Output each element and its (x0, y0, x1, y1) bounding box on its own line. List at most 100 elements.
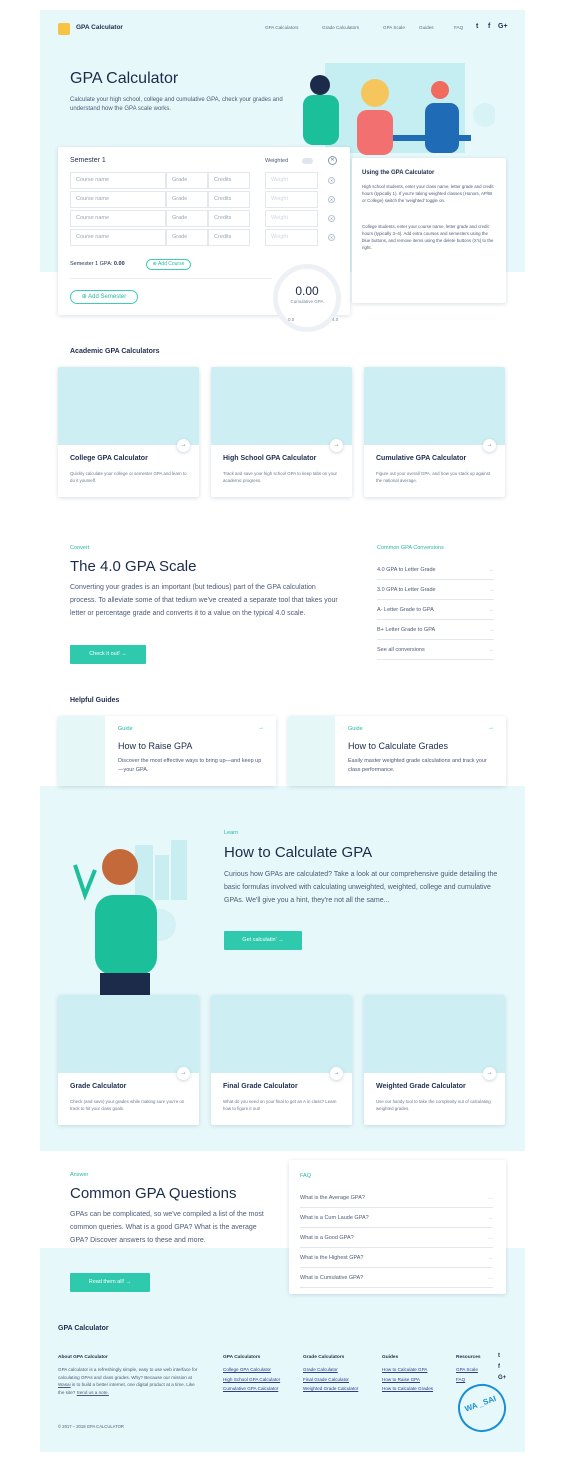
footer-link[interactable]: Final Grade Calculator (303, 1377, 349, 1382)
brand-name[interactable]: GPA Calculator (76, 24, 123, 31)
google-plus-icon[interactable]: G+ (498, 23, 508, 30)
course-name-input[interactable]: Course name (70, 191, 166, 208)
send-note-link[interactable]: Send us a note. (77, 1390, 109, 1395)
footer-link[interactable]: Grade Calculator (303, 1367, 338, 1372)
wasai-link[interactable]: Wasai (58, 1382, 71, 1387)
arrow-right-icon[interactable]: → (488, 725, 494, 731)
arrow-right-icon[interactable]: → (483, 439, 496, 452)
conversion-link[interactable]: 3.0 GPA to Letter Grade → (377, 580, 494, 600)
grade-tile[interactable]: → Final Grade Calculator What do you need … (211, 995, 352, 1125)
facebook-icon[interactable]: f (498, 1364, 500, 1370)
credits-input[interactable]: Credits (208, 191, 250, 208)
hero-subtitle: Calculate your high school, college and … (70, 97, 283, 112)
conversion-link[interactable]: B+ Letter Grade to GPA → (377, 620, 494, 640)
footer-link[interactable]: FAQ (456, 1377, 465, 1382)
help-card: Using the GPA Calculator High school stu… (352, 158, 506, 303)
arrow-right-icon[interactable]: → (177, 1067, 190, 1080)
logo-icon[interactable] (58, 23, 70, 35)
nav-faq[interactable]: FAQ (454, 25, 463, 30)
footer-link[interactable]: GPA Scale (456, 1367, 478, 1372)
arrow-right-icon[interactable]: → (330, 1067, 343, 1080)
arrow-right-icon[interactable]: → (483, 1067, 496, 1080)
faq-question[interactable]: What is Cumulative GPA? → (300, 1268, 493, 1288)
footer-link[interactable]: Weighted Grade Calculator (303, 1386, 358, 1391)
conversion-link[interactable]: See all conversions → (377, 640, 494, 660)
arrow-right-icon[interactable]: → (258, 725, 264, 731)
weight-select[interactable]: Weight (265, 210, 318, 227)
footer-link[interactable]: How to Calculate Grades (382, 1386, 433, 1391)
semester-title: Semester 1 (70, 157, 106, 164)
tile-title: Weighted Grade Calculator (376, 1083, 466, 1090)
help-title: Using the GPA Calculator (362, 170, 435, 176)
footer-column-title: Grade Calculators (303, 1355, 345, 1360)
guide-card[interactable]: Guide → How to Calculate Grades Easily mast… (288, 716, 506, 786)
guide-illustration (58, 716, 105, 786)
faq-question[interactable]: What is the Highest GPA? → (300, 1248, 493, 1268)
conversion-link[interactable]: 4.0 GPA to Letter Grade → (377, 560, 494, 580)
footer-link[interactable]: How to Calculate GPA (382, 1367, 427, 1372)
footer-link[interactable]: College GPA Calculator (223, 1367, 271, 1372)
add-semester-button[interactable]: ⊕ Add Semester (70, 290, 138, 304)
delete-row-icon[interactable]: ✕ (328, 215, 335, 222)
semester-gpa: Semester 1 GPA: 0.00 (70, 261, 125, 267)
twitter-icon[interactable]: t (476, 23, 478, 30)
footer-column-title: Guides (382, 1355, 399, 1360)
nav-gpa-scale[interactable]: GPA Scale (383, 25, 405, 30)
faq-question[interactable]: What is a Cum Laude GPA? → (300, 1208, 493, 1228)
grade-select[interactable]: Grade (166, 229, 208, 246)
delete-row-icon[interactable]: ✕ (328, 196, 335, 203)
arrow-right-icon[interactable]: → (330, 439, 343, 452)
google-plus-icon[interactable]: G+ (498, 1375, 506, 1381)
weighted-toggle[interactable] (302, 158, 313, 164)
delete-row-icon[interactable]: ✕ (328, 177, 335, 184)
academic-tile[interactable]: → College GPA Calculator Quickly calculate… (58, 367, 199, 497)
faq-question[interactable]: What is the Average GPA? → (300, 1188, 493, 1208)
arrow-right-icon[interactable]: → (177, 439, 190, 452)
add-course-label: Add Course (157, 261, 185, 267)
credits-input[interactable]: Credits (208, 229, 250, 246)
faq-box-title: FAQ (300, 1173, 312, 1179)
course-name-input[interactable]: Course name (70, 210, 166, 227)
semester-gpa-value: 0.00 (113, 261, 125, 267)
grade-select[interactable]: Grade (166, 172, 208, 189)
academic-tile[interactable]: → Cumulative GPA Calculator Figure out you… (364, 367, 505, 497)
credits-input[interactable]: Credits (208, 210, 250, 227)
weight-select[interactable]: Weight (265, 172, 318, 189)
course-name-input[interactable]: Course name (70, 172, 166, 189)
weight-select[interactable]: Weight (265, 191, 318, 208)
twitter-icon[interactable]: t (498, 1353, 500, 1359)
weight-select[interactable]: Weight (265, 229, 318, 246)
grade-select[interactable]: Grade (166, 210, 208, 227)
delete-row-icon[interactable]: ✕ (328, 234, 335, 241)
cumulative-gpa-label: Cumulative GPA (290, 299, 324, 304)
tile-illustration (211, 995, 352, 1073)
get-calculatin-button[interactable]: Get calculatin' → (224, 931, 302, 950)
footer-link[interactable]: How to Raise GPA (382, 1377, 420, 1382)
about-title: About GPA Calculator (58, 1355, 108, 1360)
footer-link[interactable]: High School GPA Calculator (223, 1377, 280, 1382)
nav-gpa-calculators[interactable]: GPA Calculators (265, 25, 298, 30)
guide-card[interactable]: Guide → How to Raise GPA Discover the most … (58, 716, 276, 786)
faq-title: Common GPA Questions (70, 1185, 237, 1202)
learn-title: How to Calculate GPA (224, 844, 373, 861)
close-semester-icon[interactable]: ✕ (328, 156, 337, 165)
tile-illustration (364, 367, 505, 445)
facebook-icon[interactable]: f (488, 23, 490, 30)
check-it-out-button[interactable]: Check it out! → (70, 645, 146, 664)
add-course-button[interactable]: ⊕ Add Course (146, 259, 191, 270)
grade-tile[interactable]: → Weighted Grade Calculator Use our handy … (364, 995, 505, 1125)
credits-input[interactable]: Credits (208, 172, 250, 189)
grade-select[interactable]: Grade (166, 191, 208, 208)
grade-tile[interactable]: → Grade Calculator Check (and save) your g… (58, 995, 199, 1125)
academic-tile[interactable]: → High School GPA Calculator Track and sav… (211, 367, 352, 497)
faq-question[interactable]: What is a Good GPA? → (300, 1228, 493, 1248)
arrow-right-icon: → (488, 647, 495, 653)
footer-brand: GPA Calculator (58, 1325, 109, 1332)
conversion-link[interactable]: A- Letter Grade to GPA → (377, 600, 494, 620)
read-them-all-button[interactable]: Read them all! → (70, 1273, 150, 1292)
nav-guides[interactable]: Guides (419, 25, 434, 30)
nav-grade-calculators[interactable]: Grade Calculators (322, 25, 359, 30)
course-name-input[interactable]: Course name (70, 229, 166, 246)
footer-link[interactable]: Cumulative GPA Calculator (223, 1386, 278, 1391)
conversion-label: B+ Letter Grade to GPA (377, 627, 436, 633)
